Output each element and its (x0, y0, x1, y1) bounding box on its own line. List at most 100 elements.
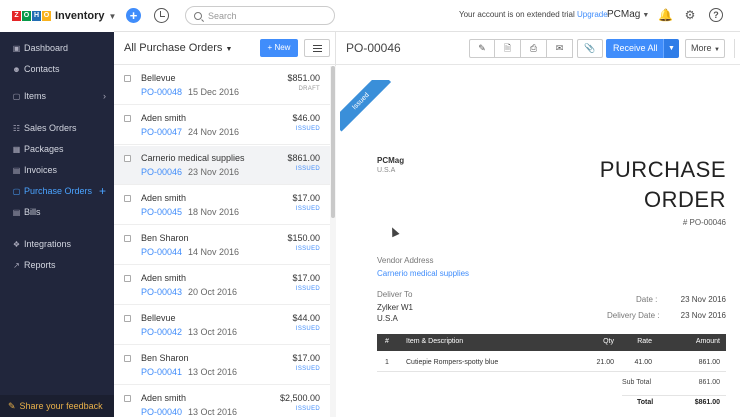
list-menu-button[interactable] (304, 39, 330, 57)
upgrade-link[interactable]: Upgrade (577, 10, 608, 19)
sidebar: ▣ Dashboard ☻ Contacts ▢ Items › ☷ Sales… (0, 32, 114, 417)
vendor-address-label: Vendor Address (377, 256, 434, 265)
sidebar-item-integrations[interactable]: ❖ Integrations (0, 235, 114, 253)
sidebar-item-dashboard[interactable]: ▣ Dashboard (0, 39, 114, 57)
row-checkbox[interactable] (124, 75, 131, 82)
chevron-down-icon: ▼ (668, 45, 675, 52)
row-amount: $17.00 (292, 273, 320, 283)
row-vendor: Aden smith (141, 113, 187, 123)
sidebar-item-packages[interactable]: ▦ Packages (0, 140, 114, 158)
row-checkbox[interactable] (124, 115, 131, 122)
print-button[interactable]: ⎙ (521, 39, 547, 58)
sidebar-item-sales-orders[interactable]: ☷ Sales Orders (0, 119, 114, 137)
row-amount: $2,500.00 (279, 393, 320, 403)
table-row[interactable]: Carnerio medical supplies PO-00046 23 No… (114, 146, 330, 185)
purchase-order-list-panel: All Purchase Orders ▼ + New Bellevue PO-0… (114, 32, 336, 417)
share-feedback-link[interactable]: ✎ Share your feedback (0, 395, 114, 417)
row-amount: $851.00 (287, 73, 320, 83)
feedback-icon: ✎ (8, 400, 16, 411)
items-table-header: # Item & Description Qty Rate Amount (377, 334, 726, 351)
sidebar-item-label: Bills (24, 207, 41, 217)
pdf-button[interactable]: 🗎 (495, 39, 521, 58)
vendor-name-link[interactable]: Carnerio medical supplies (377, 269, 469, 278)
table-row[interactable]: Ben Sharon PO-00041 13 Oct 2016 $17.00 I… (114, 346, 330, 385)
sidebar-item-label: Dashboard (24, 43, 69, 53)
dashboard-icon: ▣ (12, 43, 21, 53)
row-vendor: Ben Sharon (141, 233, 189, 243)
row-po-number[interactable]: PO-00040 (141, 407, 182, 417)
table-row[interactable]: Bellevue PO-00042 13 Oct 2016 $44.00 ISS… (114, 306, 330, 345)
row-po-number[interactable]: PO-00046 (141, 167, 182, 177)
row-po-number[interactable]: PO-00045 (141, 207, 182, 217)
row-checkbox[interactable] (124, 395, 131, 402)
sidebar-item-label: Items (24, 91, 47, 101)
row-checkbox[interactable] (124, 195, 131, 202)
row-amount: $44.00 (292, 313, 320, 323)
table-row[interactable]: Aden smith PO-00047 24 Nov 2016 $46.00 I… (114, 106, 330, 145)
row-po-number[interactable]: PO-00042 (141, 327, 182, 337)
new-label: New (274, 43, 291, 52)
row-po-number[interactable]: PO-00048 (141, 87, 182, 97)
sidebar-item-items[interactable]: ▢ Items › (0, 87, 114, 105)
search-input[interactable] (208, 10, 318, 21)
more-button[interactable]: More ▼ (685, 39, 725, 58)
document-title-line2: ORDER (644, 187, 726, 212)
row-checkbox[interactable] (124, 235, 131, 242)
recent-history-icon[interactable] (154, 8, 169, 23)
row-checkbox[interactable] (124, 155, 131, 162)
ribbon-label: Issued (340, 80, 392, 132)
deliver-to-name: Zylker W1 (377, 303, 413, 312)
table-row[interactable]: Ben Sharon PO-00044 14 Nov 2016 $150.00 … (114, 226, 330, 265)
deliver-to-label: Deliver To (377, 290, 413, 299)
sidebar-item-reports[interactable]: ↗ Reports (0, 256, 114, 274)
org-switcher[interactable]: PCMag ▼ (607, 9, 649, 20)
printer-icon: ⎙ (529, 43, 538, 53)
status-badge: ISSUED (295, 326, 320, 332)
sidebar-item-bills[interactable]: ▤ Bills (0, 203, 114, 221)
delivery-date-value: 23 Nov 2016 (680, 311, 726, 320)
row-po-number[interactable]: PO-00043 (141, 287, 182, 297)
cell-qty: 21.00 (596, 359, 614, 366)
search-box[interactable] (185, 6, 335, 25)
deliver-to-country: U.S.A (377, 314, 398, 323)
list-view-selector[interactable]: All Purchase Orders ▼ (124, 42, 232, 54)
edit-button[interactable]: ✎ (469, 39, 495, 58)
new-purchase-order-button[interactable]: + New (260, 39, 298, 57)
help-icon[interactable]: ? (709, 8, 723, 22)
row-date: 14 Nov 2016 (188, 247, 240, 257)
row-po-number[interactable]: PO-00041 (141, 367, 182, 377)
detail-header: PO-00046 ✎ 🗎 ⎙ ✉ 📎 Receive All ▼ More ▼ (336, 32, 740, 65)
table-row[interactable]: Aden smith PO-00045 18 Nov 2016 $17.00 I… (114, 186, 330, 225)
row-po-number[interactable]: PO-00047 (141, 127, 182, 137)
table-row[interactable]: Aden smith PO-00043 20 Oct 2016 $17.00 I… (114, 266, 330, 305)
email-button[interactable]: ✉ (547, 39, 573, 58)
app-brand[interactable]: ZOHO Inventory ▼ (0, 0, 116, 32)
attachment-button[interactable]: 📎 (577, 39, 603, 58)
row-vendor: Carnerio medical supplies (141, 153, 245, 163)
receive-dropdown-button[interactable]: ▼ (663, 39, 679, 58)
date-label: Date : (636, 295, 658, 304)
row-amount: $150.00 (287, 233, 320, 243)
header-item: Item & Description (406, 338, 464, 345)
row-checkbox[interactable] (124, 315, 131, 322)
table-row[interactable]: Bellevue PO-00048 15 Dec 2016 $851.00 DR… (114, 66, 330, 105)
chevron-right-icon: › (103, 91, 106, 101)
sidebar-item-purchase-orders[interactable]: ▢ Purchase Orders + (0, 182, 114, 200)
row-checkbox[interactable] (124, 355, 131, 362)
status-badge: ISSUED (295, 166, 320, 172)
top-bar: ZOHO Inventory ▼ + Your account is on ex… (0, 0, 740, 32)
notifications-bell-icon[interactable]: 🔔 (658, 8, 673, 22)
add-purchase-order-icon[interactable]: + (99, 184, 106, 198)
settings-gear-icon[interactable]: ⚙ (683, 8, 697, 22)
header-rate: Rate (637, 338, 652, 345)
row-po-number[interactable]: PO-00044 (141, 247, 182, 257)
chevron-down-icon: ▼ (642, 12, 650, 19)
table-row[interactable]: Aden smith PO-00040 13 Oct 2016 $2,500.0… (114, 386, 330, 417)
quick-create-button[interactable]: + (126, 8, 141, 23)
scrollbar-thumb[interactable] (331, 66, 335, 218)
document-title-line1: PURCHASE (599, 157, 726, 182)
row-checkbox[interactable] (124, 275, 131, 282)
sidebar-item-invoices[interactable]: ▤ Invoices (0, 161, 114, 179)
sidebar-item-contacts[interactable]: ☻ Contacts (0, 60, 114, 78)
row-amount: $17.00 (292, 353, 320, 363)
